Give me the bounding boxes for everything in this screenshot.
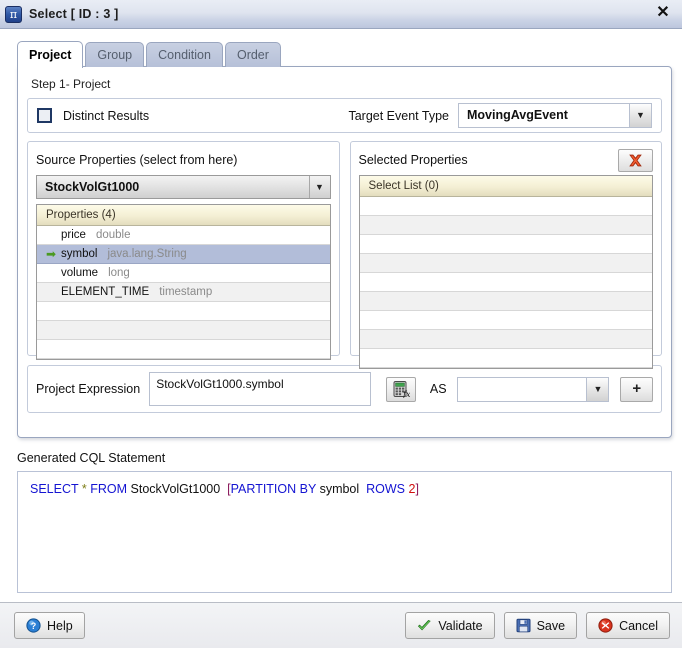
checkmark-icon	[417, 618, 432, 633]
table-row[interactable]: ELEMENT_TIME timestamp	[37, 283, 330, 302]
source-properties-table: Properties (4) price double ➡ symbol jav…	[36, 204, 331, 360]
table-row-empty[interactable]	[359, 254, 652, 273]
selected-properties-header: Selected Properties	[358, 148, 653, 172]
source-properties-header: Source Properties (select from here)	[36, 149, 331, 171]
selected-properties-table: Select List (0)	[358, 175, 653, 369]
selected-properties-panel: Selected Properties Select List (0)	[349, 141, 662, 369]
table-row-empty[interactable]	[359, 311, 652, 330]
property-type: java.lang.String	[107, 247, 187, 260]
table-row-empty[interactable]	[359, 349, 652, 368]
step-label: Step 1- Project	[31, 77, 111, 91]
as-label: AS	[429, 382, 447, 396]
distinct-results-label: Distinct Results	[63, 108, 150, 123]
source-stream-select[interactable]: StockVolGt1000 ▼	[36, 175, 331, 199]
cql-token: ROWS	[366, 482, 405, 496]
tab-strip: Project Group Condition Order	[17, 41, 682, 68]
table-row-empty	[37, 321, 330, 340]
dialog-footer: ? Help Validate Save Cancel	[0, 602, 682, 648]
table-row[interactable]: ➡ symbol java.lang.String	[37, 245, 330, 264]
table-row-empty[interactable]	[359, 197, 652, 216]
chevron-down-icon[interactable]: ▼	[308, 176, 330, 198]
cql-token: StockVolGt1000	[130, 482, 221, 496]
svg-text:?: ?	[31, 621, 37, 631]
window-title: Select [ ID : 3 ]	[29, 7, 119, 21]
source-properties-title: Source Properties (select from here)	[36, 153, 238, 167]
chevron-down-icon[interactable]: ▼	[586, 377, 609, 401]
source-stream-value: StockVolGt1000	[45, 180, 140, 194]
help-label: Help	[47, 618, 73, 633]
expression-builder-button[interactable]: fx	[386, 376, 416, 402]
select-list-header: Select List (0)	[359, 176, 652, 197]
floppy-disk-icon	[516, 618, 531, 633]
save-label: Save	[536, 618, 566, 633]
help-button[interactable]: ? Help	[14, 612, 85, 639]
cancel-label: Cancel	[619, 618, 658, 633]
save-button[interactable]: Save	[503, 612, 578, 639]
property-type: timestamp	[159, 285, 213, 298]
svg-text:fx: fx	[402, 390, 410, 398]
selected-arrow-icon: ➡	[45, 246, 57, 261]
red-x-icon	[629, 154, 642, 166]
select-dialog: π Select [ ID : 3 ] ✕ Project Group Cond…	[0, 0, 682, 648]
target-event-type-select[interactable]: MovingAvgEvent ▼	[458, 103, 652, 128]
project-tab-panel: Step 1- Project Distinct Results Target …	[17, 66, 672, 438]
tab-order[interactable]: Order	[224, 42, 281, 67]
selected-properties-title: Selected Properties	[358, 153, 468, 167]
tab-group[interactable]: Group	[85, 42, 145, 67]
alias-select[interactable]: ▼	[456, 376, 610, 402]
distinct-results-checkbox[interactable]	[37, 108, 52, 123]
properties-panels: Source Properties (select from here) Sto…	[27, 141, 662, 369]
chevron-down-icon[interactable]: ▼	[629, 104, 651, 127]
table-row-empty	[37, 302, 330, 321]
cql-token: symbol	[319, 482, 360, 496]
help-icon: ?	[26, 618, 41, 633]
close-icon[interactable]: ✕	[650, 3, 676, 25]
table-row-empty	[37, 340, 330, 359]
distinct-target-row: Distinct Results Target Event Type Movin…	[27, 98, 662, 133]
table-row-empty[interactable]	[359, 330, 652, 349]
generated-cql-statement: SELECT * FROM StockVolGt1000 [PARTITION …	[17, 471, 672, 593]
project-expression-input[interactable]: StockVolGt1000.symbol	[149, 372, 372, 406]
property-name: volume	[61, 266, 99, 279]
source-properties-table-header: Properties (4)	[37, 205, 330, 226]
calculator-fx-icon: fx	[393, 381, 410, 398]
table-row-empty[interactable]	[359, 292, 652, 311]
project-expression-row: Project Expression StockVolGt1000.symbol…	[27, 365, 662, 413]
table-row-empty[interactable]	[359, 273, 652, 292]
cql-token: PARTITION BY	[230, 482, 317, 496]
cql-token: FROM	[90, 482, 128, 496]
projection-pi-icon: π	[5, 5, 22, 23]
delete-property-button[interactable]	[618, 148, 653, 172]
target-event-type-label: Target Event Type	[348, 108, 449, 123]
source-properties-panel: Source Properties (select from here) Sto…	[27, 141, 340, 360]
property-type: long	[108, 266, 130, 279]
property-name: symbol	[61, 247, 98, 260]
table-row[interactable]: price double	[37, 226, 330, 245]
validate-button[interactable]: Validate	[405, 612, 495, 639]
title-bar: π Select [ ID : 3 ] ✕	[0, 0, 682, 29]
project-expression-label: Project Expression	[36, 382, 141, 396]
property-name: ELEMENT_TIME	[61, 285, 150, 298]
cancel-x-icon	[598, 618, 613, 633]
tab-project[interactable]: Project	[17, 41, 84, 68]
alias-value	[458, 378, 587, 401]
tab-condition[interactable]: Condition	[146, 42, 223, 67]
property-name: price	[61, 228, 86, 241]
add-expression-button[interactable]: +	[620, 376, 653, 402]
table-row[interactable]: volume long	[37, 264, 330, 283]
table-row-empty[interactable]	[359, 216, 652, 235]
cql-token: ]	[415, 482, 419, 496]
validate-label: Validate	[438, 618, 483, 633]
target-event-type-value: MovingAvgEvent	[467, 108, 568, 122]
generated-cql-label: Generated CQL Statement	[17, 451, 166, 465]
cql-token: SELECT	[30, 482, 79, 496]
table-row-empty[interactable]	[359, 235, 652, 254]
cancel-button[interactable]: Cancel	[586, 612, 670, 639]
property-type: double	[95, 228, 131, 241]
